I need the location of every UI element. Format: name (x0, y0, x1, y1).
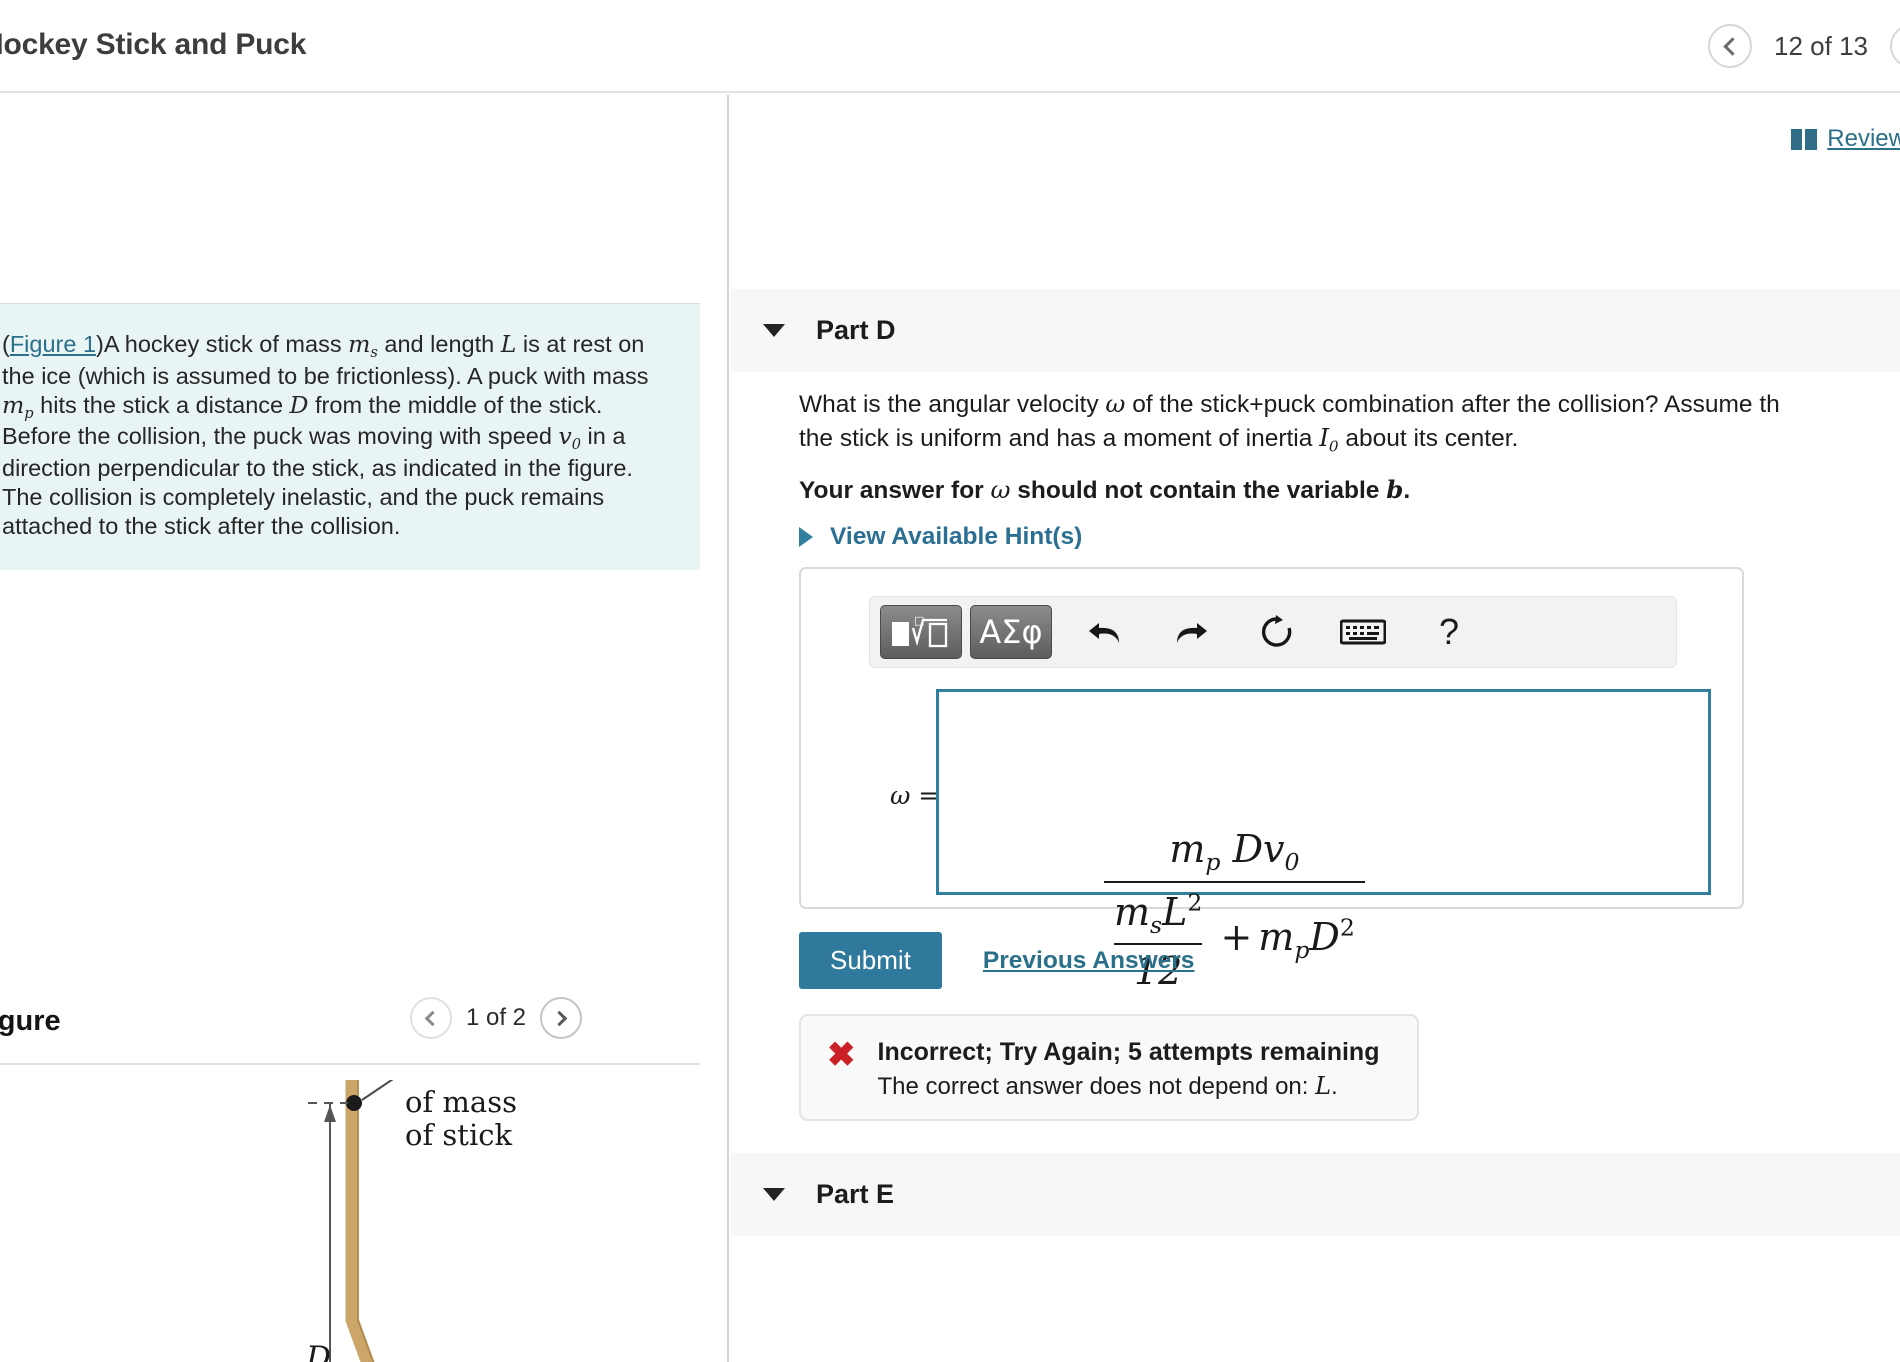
figure-label-of-stick: of stick (405, 1118, 512, 1152)
main-fraction-bar (1104, 881, 1365, 884)
undo-button[interactable] (1072, 605, 1138, 659)
feedback-subtitle: The correct answer does not depend on: L… (877, 1072, 1338, 1100)
num-v: v (1263, 827, 1285, 871)
problem-counter: 12 of 13 (1774, 30, 1868, 61)
chevron-right-icon (551, 1010, 567, 1026)
triangle-down-icon[interactable] (763, 1188, 785, 1201)
x-mark-icon: ✖ (827, 1036, 856, 1074)
answer-pane: Review Part D What is the angular veloci… (731, 95, 1900, 1362)
part-d-note: Your answer for ω should not contain the… (799, 475, 1411, 504)
problem-statement-box: (Figure 1)A hockey stick of mass ms and … (0, 303, 700, 571)
triangle-down-icon[interactable] (763, 324, 785, 337)
greek-symbols-button[interactable]: ΑΣφ (970, 605, 1052, 659)
figure-navigation: 1 of 2 (409, 997, 582, 1039)
keyboard-button[interactable] (1330, 605, 1396, 659)
dimension-arrow (324, 1105, 336, 1122)
help-button[interactable]: ? (1416, 605, 1482, 659)
num-D: D (1232, 827, 1264, 871)
problem-navigation: 12 of 13 (1708, 24, 1900, 68)
chevron-left-icon (425, 1010, 441, 1026)
plus-sign: + (1220, 915, 1253, 960)
triangle-right-icon (799, 527, 813, 547)
part-e-label: Part E (816, 1179, 895, 1209)
chevron-left-icon (1722, 36, 1742, 56)
term-D-sup: 2 (1339, 913, 1355, 942)
leader-line (361, 1080, 394, 1101)
figure-heading: Figure (0, 1005, 61, 1037)
inner-num: msL2 (1114, 888, 1203, 940)
reset-button[interactable] (1244, 605, 1310, 659)
figure-label-d: D (305, 1340, 331, 1362)
template-button[interactable]: □ (880, 605, 962, 659)
part-d-label: Part D (816, 315, 896, 345)
previous-answers-link[interactable]: Previous Answers (983, 947, 1195, 975)
next-figure-button[interactable] (540, 997, 582, 1039)
center-of-mass-dot (346, 1095, 362, 1111)
answer-numerator: mp Dv0 (1104, 827, 1365, 876)
answer-lhs: ω = (890, 781, 940, 810)
feedback-title: Incorrect; Try Again; 5 attempts remaini… (877, 1038, 1380, 1066)
view-hints-label: View Available Hint(s) (830, 523, 1083, 550)
problem-statement-text: (Figure 1)A hockey stick of mass ms and … (2, 330, 649, 539)
term-m-sub: p (1294, 936, 1310, 965)
review-link[interactable]: Review (1827, 125, 1900, 153)
answer-editor: □ ΑΣφ ? ω = mp Dv0 msL2 12 + mpD2 (799, 567, 1744, 993)
next-problem-button[interactable] (1890, 24, 1900, 68)
answer-actions: Submit Previous Answers (799, 932, 1194, 989)
figure-header: Figure 1 of 2 (0, 993, 700, 1065)
page-root: Hockey Stick and Puck 12 of 13 (Figure 1… (0, 0, 1900, 1362)
book-icon (1791, 128, 1818, 150)
math-toolbar: □ ΑΣφ ? (869, 596, 1677, 668)
problem-pane: (Figure 1)A hockey stick of mass ms and … (0, 95, 729, 1362)
part-e-header[interactable]: Part E (731, 1153, 1900, 1236)
submit-button[interactable]: Submit (799, 932, 942, 989)
part-d-question: What is the angular velocity ω of the st… (799, 389, 1780, 455)
stick-shaft (345, 1080, 375, 1362)
figure-counter: 1 of 2 (465, 1004, 526, 1031)
figure-label-of-mass: of mass (405, 1085, 517, 1119)
redo-button[interactable] (1158, 605, 1224, 659)
num-m-sub: p (1205, 848, 1221, 877)
undo-icon (1089, 623, 1119, 643)
num-v-sub: 0 (1284, 848, 1300, 877)
figure-1-link[interactable]: Figure 1 (10, 331, 96, 357)
answer-input-field[interactable]: mp Dv0 msL2 12 + mpD2 (936, 689, 1711, 993)
num-m: m (1169, 827, 1206, 871)
feedback-box: ✖ Incorrect; Try Again; 5 attempts remai… (799, 1014, 1419, 1121)
term-m: m (1258, 915, 1295, 960)
view-hints-button[interactable]: View Available Hint(s) (799, 523, 1082, 551)
app-header: Hockey Stick and Puck 12 of 13 (0, 0, 1900, 93)
previous-figure-button[interactable] (409, 997, 452, 1039)
review-row[interactable]: Review (1791, 125, 1900, 153)
part-d-header[interactable]: Part D (731, 289, 1900, 372)
page-title: Hockey Stick and Puck (0, 28, 307, 61)
hockey-stick-figure: D center of mass of stick (305, 1080, 517, 1362)
term-D: D (1309, 915, 1340, 960)
redo-icon (1177, 623, 1207, 643)
keyboard-icon (1340, 619, 1386, 645)
previous-problem-button[interactable] (1708, 24, 1753, 68)
stick-shading (357, 1080, 375, 1362)
reset-icon (1261, 615, 1292, 647)
feedback-text: Incorrect; Try Again; 5 attempts remaini… (878, 1038, 1380, 1101)
template-icon: □ (892, 614, 948, 648)
